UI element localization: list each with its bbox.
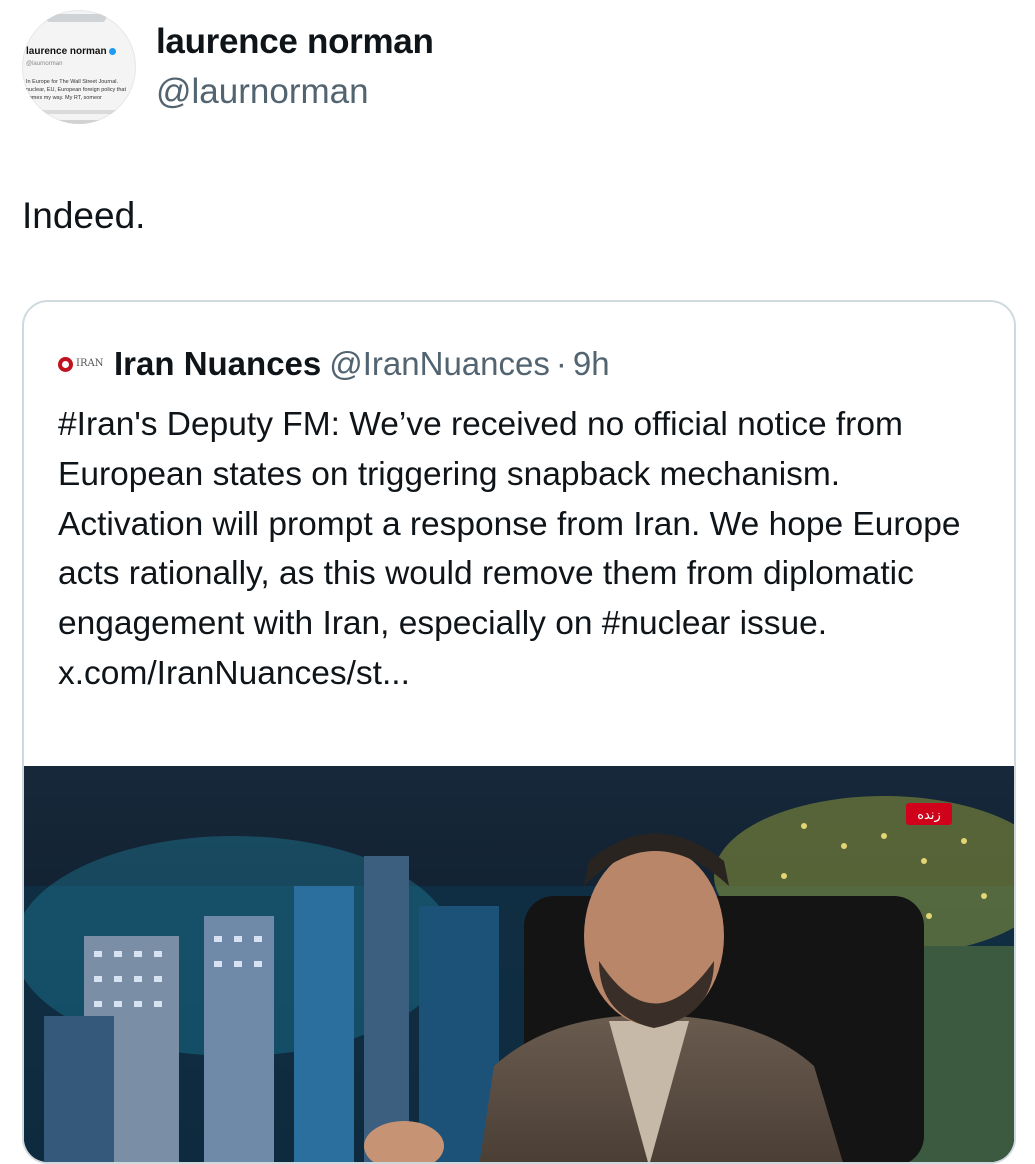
dot-separator: · bbox=[555, 345, 567, 382]
logo-dot bbox=[58, 356, 73, 372]
quoted-tweet-text: #Iran's Deputy FM: We’ve received no off… bbox=[58, 406, 961, 692]
quoted-tweet-header: IRAN Iran Nuances @IranNuances · 9h bbox=[58, 340, 610, 388]
quoted-author-name[interactable]: Iran Nuances bbox=[114, 345, 321, 383]
author-avatar[interactable]: laurence norman @laurnorman In Europe fo… bbox=[22, 10, 136, 124]
live-badge-text: زنده bbox=[917, 808, 941, 823]
author-name[interactable]: laurence norman bbox=[156, 22, 434, 62]
verified-badge-icon bbox=[108, 47, 116, 55]
tweet-text: Indeed. bbox=[22, 195, 146, 236]
avatar-mini-name: laurence norman bbox=[26, 46, 116, 57]
author-handle[interactable]: @laurnorman bbox=[156, 72, 369, 112]
logo-text: IRAN bbox=[76, 358, 104, 369]
avatar-mini-handle: @laurnorman bbox=[26, 61, 63, 67]
iran-nuances-logo-icon[interactable]: IRAN bbox=[58, 349, 104, 379]
avatar-mini-bio: In Europe for The Wall Street Journal. n… bbox=[26, 79, 126, 101]
avatar-decor bbox=[46, 14, 106, 22]
video-frame-illustration: زنده bbox=[24, 766, 1014, 1162]
quoted-author-handle[interactable]: @IranNuances bbox=[329, 345, 550, 383]
avatar-decor bbox=[52, 120, 112, 124]
avatar-decor bbox=[36, 110, 131, 114]
quoted-tweet-time[interactable]: 9h bbox=[573, 345, 610, 383]
quoted-tweet-card[interactable]: IRAN Iran Nuances @IranNuances · 9h #Ira… bbox=[22, 300, 1016, 1164]
quoted-tweet-video-thumbnail[interactable]: زنده bbox=[24, 766, 1014, 1162]
